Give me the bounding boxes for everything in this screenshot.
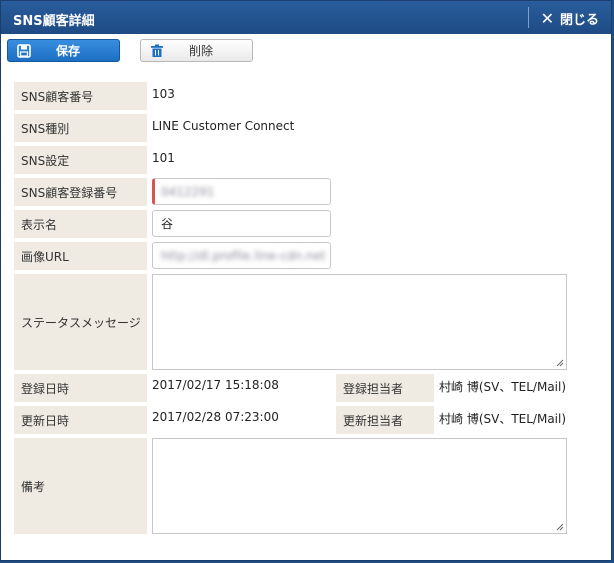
updated-by-label: 更新担当者 xyxy=(336,406,434,434)
status-message-label: ステータスメッセージ xyxy=(14,274,147,370)
sns-customer-number-label: SNS顧客番号 xyxy=(14,82,147,110)
close-button-label: 閉じる xyxy=(559,13,599,28)
registered-at-label: 登録日時 xyxy=(14,374,147,402)
display-name-label: 表示名 xyxy=(14,210,147,238)
titlebar-divider xyxy=(528,7,529,28)
save-button-label: 保存 xyxy=(55,44,80,58)
updated-by-value: 村崎 博(SV、TEL/Mail) xyxy=(439,412,567,426)
delete-button-label: 削除 xyxy=(188,44,213,58)
updated-at-label: 更新日時 xyxy=(14,406,147,434)
dialog-titlebar: SNS顧客詳細 ✕ 閉じる xyxy=(1,1,611,34)
sns-setting-label: SNS設定 xyxy=(14,146,147,174)
status-message-textarea[interactable] xyxy=(152,274,567,370)
sns-customer-detail-dialog: SNS顧客詳細 ✕ 閉じる 保存 削除 SNS顧客番号 103 SNS種別 LI… xyxy=(0,0,612,561)
delete-button[interactable]: 削除 xyxy=(140,39,253,62)
sns-type-value: LINE Customer Connect xyxy=(152,119,295,133)
updated-at-value: 2017/02/28 07:23:00 xyxy=(152,410,279,424)
sns-registration-number-input[interactable]: 0412291 xyxy=(152,178,331,205)
sns-setting-value: 101 xyxy=(152,151,175,165)
save-button[interactable]: 保存 xyxy=(7,39,120,62)
display-name-input[interactable]: 谷 xyxy=(152,210,331,237)
sns-type-label: SNS種別 xyxy=(14,114,147,142)
registered-at-value: 2017/02/17 15:18:08 xyxy=(152,378,279,392)
sns-registration-number-label: SNS顧客登録番号 xyxy=(14,178,147,206)
image-url-input[interactable]: http://dl.profile.line-cdn.net xyxy=(152,242,331,269)
display-name-value: 谷 xyxy=(161,217,174,231)
notes-label: 備考 xyxy=(14,438,147,534)
resize-grip-icon[interactable] xyxy=(556,359,564,367)
close-x-icon: ✕ xyxy=(540,8,554,28)
close-button[interactable]: ✕ 閉じる xyxy=(541,9,599,28)
trash-icon xyxy=(150,44,164,58)
sns-customer-number-value: 103 xyxy=(152,87,175,101)
notes-textarea[interactable] xyxy=(152,438,567,534)
resize-grip-icon[interactable] xyxy=(556,523,564,531)
registered-by-value: 村崎 博(SV、TEL/Mail) xyxy=(439,380,567,394)
sns-registration-number-value: 0412291 xyxy=(161,184,215,199)
image-url-label: 画像URL xyxy=(14,242,147,270)
floppy-disk-icon xyxy=(17,43,31,58)
dialog-title: SNS顧客詳細 xyxy=(13,14,95,29)
image-url-value: http://dl.profile.line-cdn.net xyxy=(161,248,326,263)
registered-by-label: 登録担当者 xyxy=(336,374,434,402)
